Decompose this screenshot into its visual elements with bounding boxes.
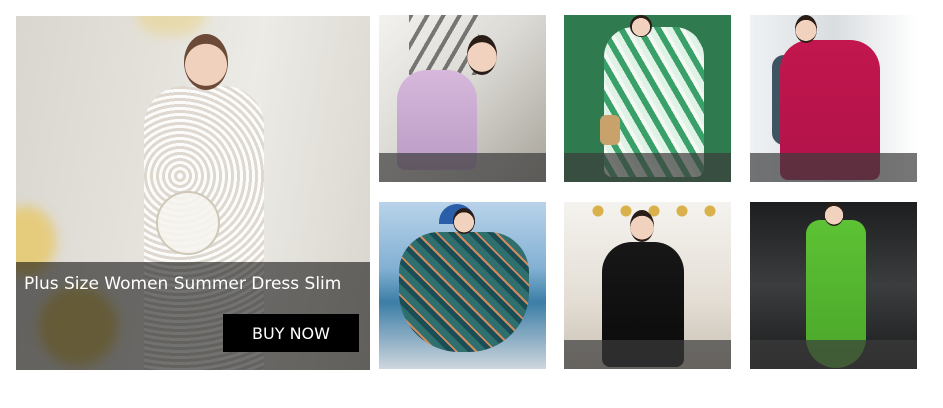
hero-fan-prop xyxy=(156,191,220,255)
product-showcase: Plus Size Women Summer Dress Slim BUY NO… xyxy=(0,0,943,408)
model-head xyxy=(453,208,475,234)
product-thumbnail[interactable] xyxy=(750,202,917,369)
model-head xyxy=(467,35,497,75)
product-thumbnail[interactable] xyxy=(750,15,917,182)
buy-now-button[interactable]: BUY NOW xyxy=(223,314,359,352)
thumbnail-caption-bar xyxy=(564,340,731,369)
hero-title: Plus Size Women Summer Dress Slim xyxy=(24,274,342,294)
hero-model-head xyxy=(184,34,228,90)
product-thumbnail[interactable] xyxy=(564,15,731,182)
thumbnail-caption-bar xyxy=(379,153,546,182)
thumbnail-caption-bar xyxy=(750,340,917,369)
hero-product-card[interactable]: Plus Size Women Summer Dress Slim BUY NO… xyxy=(16,16,370,370)
product-thumbnail[interactable] xyxy=(379,15,546,182)
background-bokeh xyxy=(136,16,206,36)
product-dress-image xyxy=(399,232,529,352)
thumbnail-caption-bar xyxy=(564,153,731,182)
model-head xyxy=(630,15,652,37)
model-head xyxy=(795,15,817,43)
bag-prop xyxy=(600,115,620,145)
product-thumbnail[interactable] xyxy=(379,202,546,369)
thumbnail-caption-bar xyxy=(750,153,917,182)
product-thumbnail[interactable] xyxy=(564,202,731,369)
background-lights xyxy=(584,202,724,220)
model-head xyxy=(630,210,654,242)
model-head xyxy=(824,202,844,226)
